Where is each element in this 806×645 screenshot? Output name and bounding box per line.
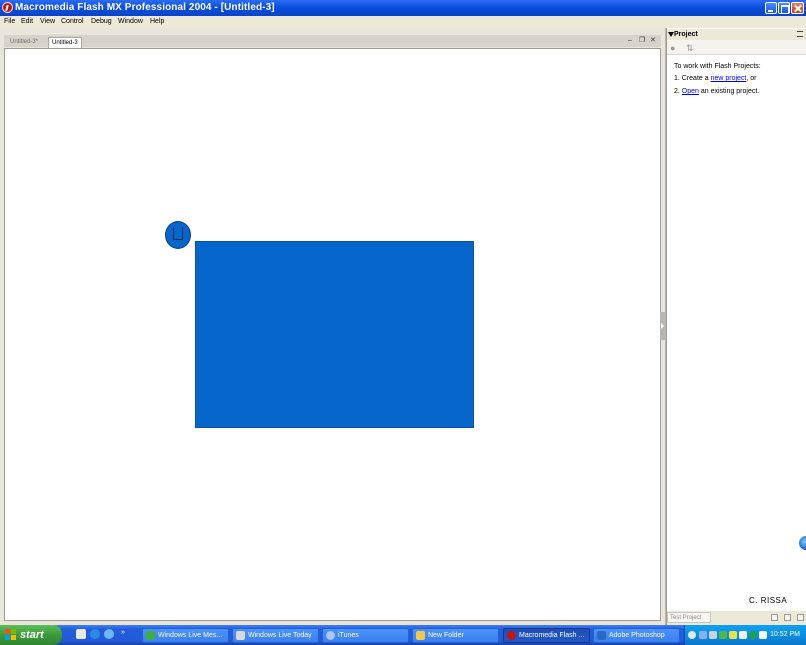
task-label: Adobe Photoshop <box>609 632 665 639</box>
photoshop-icon <box>597 631 606 640</box>
flash-app-icon[interactable] <box>2 2 13 13</box>
folder-icon <box>416 631 425 640</box>
window-title: Macromedia Flash MX Professional 2004 - … <box>15 2 275 13</box>
title-bar: Macromedia Flash MX Professional 2004 - … <box>0 0 806 16</box>
menu-bar: File Edit View Control Debug Window Help <box>0 16 806 28</box>
tray-display-icon[interactable] <box>739 631 747 639</box>
menu-edit[interactable]: Edit <box>21 16 33 28</box>
sort-icon[interactable]: ⇅ <box>686 43 694 53</box>
flash-app-window: Macromedia Flash MX Professional 2004 - … <box>0 0 806 645</box>
task-label: Windows Live Mes... <box>158 632 223 639</box>
quicklaunch-overflow-icon[interactable]: » <box>121 629 127 636</box>
step1-suffix: , or <box>746 75 757 82</box>
tray-security-icon[interactable] <box>729 631 737 639</box>
add-file-icon[interactable] <box>771 614 778 621</box>
tray-messenger-icon[interactable] <box>719 631 727 639</box>
start-label: start <box>20 629 44 641</box>
taskbar-item-itunes[interactable]: iTunes <box>322 628 409 643</box>
tray-globe-icon[interactable] <box>749 631 757 639</box>
project-step-create: 1. Create a new project, or <box>674 74 757 84</box>
media-player-icon[interactable] <box>104 629 114 639</box>
menu-help[interactable]: Help <box>150 16 164 28</box>
document-tab-bar <box>4 35 661 47</box>
step2-prefix: 2. <box>674 88 682 95</box>
taskbar-item-new-folder[interactable]: New Folder <box>412 628 499 643</box>
task-label: Macromedia Flash ... <box>519 632 585 639</box>
itunes-icon <box>326 631 335 640</box>
panel-splitter-handle[interactable] <box>660 312 665 340</box>
globe-icon <box>799 536 806 550</box>
taskbar-item-photoshop[interactable]: Adobe Photoshop <box>593 628 680 643</box>
step1-prefix: 1. Create a <box>674 75 711 82</box>
project-panel-title: Project <box>674 31 698 38</box>
task-label: Windows Live Today <box>248 632 312 639</box>
browser-icon[interactable] <box>90 629 100 639</box>
tab-untitled-3-modified[interactable]: Untitled-3* <box>7 37 41 48</box>
live-today-icon <box>236 631 245 640</box>
add-folder-icon[interactable] <box>784 614 791 621</box>
document-close-icon[interactable]: ✕ <box>650 36 656 46</box>
menu-control[interactable]: Control <box>61 16 84 28</box>
panel-options-icon[interactable] <box>797 31 803 37</box>
live-messenger-icon <box>146 631 155 640</box>
show-desktop-icon[interactable] <box>76 629 86 639</box>
maximize-window-button[interactable] <box>778 2 790 14</box>
document-minimize-icon[interactable]: – <box>628 36 632 46</box>
minimize-window-button[interactable] <box>765 2 777 14</box>
taskbar-item-live-messenger[interactable]: Windows Live Mes... <box>142 628 229 643</box>
author-watermark: C. RISSA <box>749 596 788 605</box>
trash-icon[interactable] <box>797 614 804 621</box>
menu-debug[interactable]: Debug <box>91 16 112 28</box>
task-label: iTunes <box>338 632 359 639</box>
tray-music-icon[interactable] <box>699 631 707 639</box>
blue-circle-shape[interactable] <box>165 221 191 249</box>
taskbar-clock[interactable]: 10:52 PM <box>770 625 800 645</box>
project-intro-text: To work with Flash Projects: <box>674 63 761 70</box>
tray-volume-icon[interactable] <box>759 631 767 639</box>
menu-file[interactable]: File <box>4 16 15 28</box>
test-project-button[interactable]: Test Project <box>667 612 711 623</box>
step2-suffix: an existing project. <box>698 88 760 95</box>
open-project-link[interactable]: Open <box>682 88 699 95</box>
tray-network-icon[interactable] <box>709 631 717 639</box>
new-project-link[interactable]: new project <box>711 75 747 82</box>
task-label: New Folder <box>428 632 464 639</box>
tray-expand-icon[interactable] <box>688 631 696 639</box>
document-restore-icon[interactable]: ❐ <box>639 36 645 46</box>
windows-logo-icon <box>5 629 17 641</box>
taskbar-item-flash[interactable]: Macromedia Flash ... <box>503 628 590 643</box>
project-panel <box>666 28 806 625</box>
menu-window[interactable]: Window <box>118 16 143 28</box>
project-tool-icon[interactable]: ● <box>670 43 675 53</box>
flash-icon <box>507 631 516 640</box>
close-window-button[interactable] <box>791 2 804 14</box>
menu-view[interactable]: View <box>40 16 55 28</box>
tab-untitled-3[interactable]: Untitled-3 <box>48 37 82 48</box>
taskbar-item-live-today[interactable]: Windows Live Today <box>232 628 319 643</box>
project-step-open: 2. Open an existing project. <box>674 87 759 97</box>
blue-rectangle-shape[interactable] <box>195 241 474 428</box>
